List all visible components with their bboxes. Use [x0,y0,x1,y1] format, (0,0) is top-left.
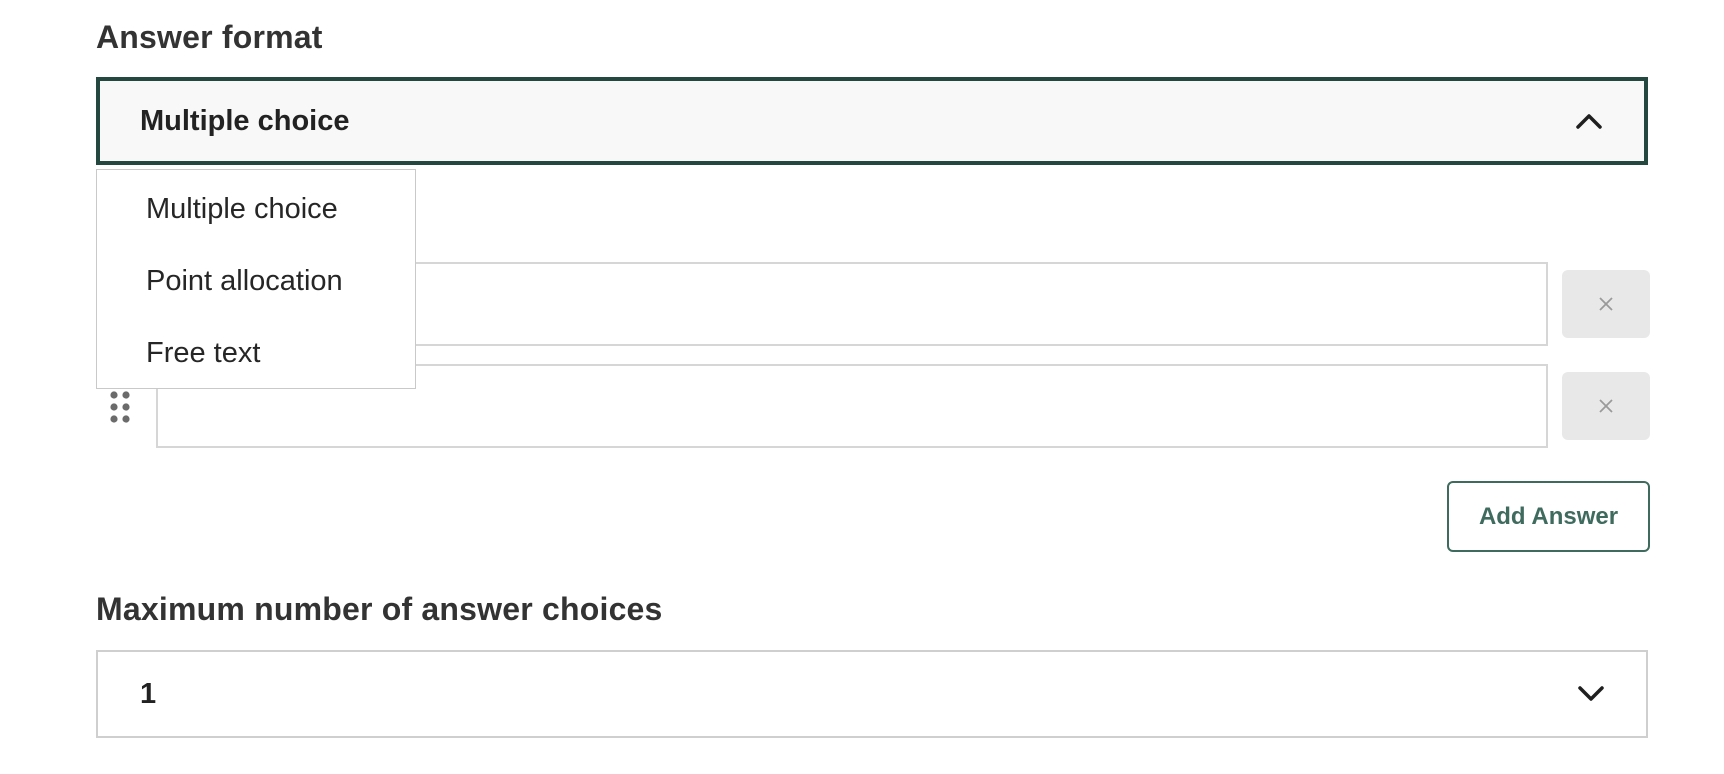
max-choices-label: Maximum number of answer choices [96,591,663,627]
dropdown-option-free-text[interactable]: Free text [146,337,260,370]
answer-format-selected-value: Multiple choice [140,104,350,137]
drag-handle-icon[interactable] [108,390,132,424]
dropdown-option-multiple-choice[interactable]: Multiple choice [146,193,338,226]
remove-answer-button[interactable] [1562,372,1650,440]
remove-answer-button[interactable] [1562,270,1650,338]
close-icon [1599,399,1613,413]
max-choices-selected-value: 1 [140,677,157,710]
answer-format-select[interactable]: Multiple choice [96,77,1648,165]
question-editor: Answer format Multiple choice Add Answer… [0,0,1724,774]
answer-format-label: Answer format [96,19,323,55]
dropdown-option-point-allocation[interactable]: Point allocation [146,265,343,298]
add-answer-button[interactable]: Add Answer [1447,481,1650,552]
chevron-down-icon [1578,686,1604,701]
close-icon [1599,297,1613,311]
max-choices-select[interactable]: 1 [96,650,1648,738]
chevron-up-icon [1576,114,1602,129]
answer-format-dropdown-menu: Multiple choice Point allocation Free te… [96,169,416,389]
